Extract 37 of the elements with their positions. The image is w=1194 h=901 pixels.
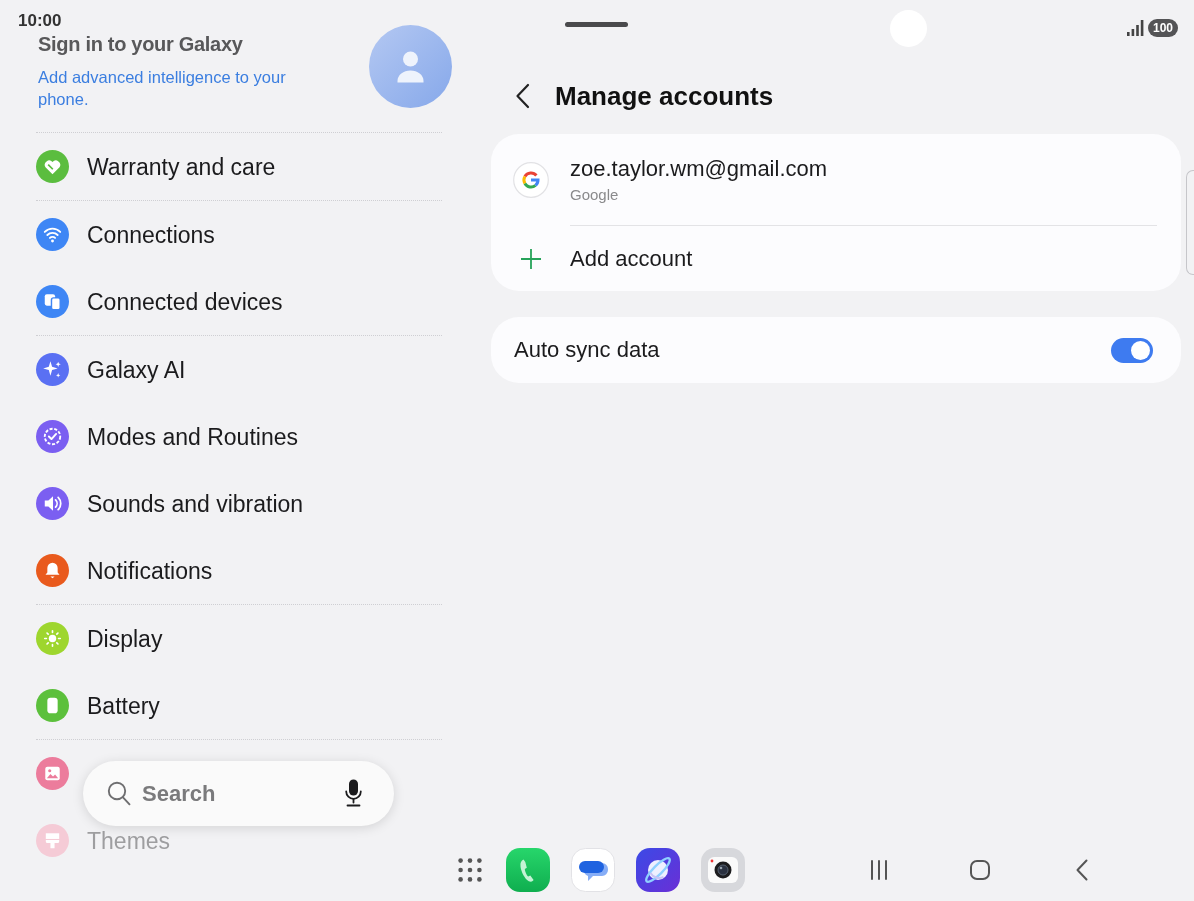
battery-level: 100	[1148, 19, 1179, 37]
settings-item[interactable]: Connected devices	[36, 285, 283, 318]
settings-item[interactable]: Display	[36, 622, 163, 655]
camera-app-icon[interactable]	[701, 848, 745, 892]
apps-grid-icon[interactable]	[458, 858, 482, 882]
back-icon[interactable]	[515, 83, 530, 109]
settings-item[interactable]: Sounds and vibration	[36, 487, 304, 520]
page-title: Manage accounts	[555, 80, 774, 112]
settings-item[interactable]: Battery	[36, 689, 160, 722]
signal-icon	[1127, 20, 1144, 36]
plus-icon	[521, 248, 541, 269]
google-logo-icon[interactable]	[513, 161, 549, 198]
planet-app-icon[interactable]	[636, 848, 680, 892]
settings-item[interactable]: Galaxy AI	[36, 353, 186, 386]
account-type: Google	[570, 184, 620, 204]
status-time: 10:00	[18, 12, 62, 30]
settings-item[interactable]: Connections	[36, 218, 215, 251]
account-email: zoe.taylor.wm@gmail.com	[570, 155, 828, 182]
chat-bubble-app-icon[interactable]	[571, 848, 615, 892]
settings-item[interactable]: Warranty and care	[36, 150, 276, 183]
search-field[interactable]: Search	[83, 761, 394, 826]
add-account-item[interactable]: Add account	[491, 226, 1181, 291]
sign-in-title[interactable]: Sign in to your Galaxy	[38, 31, 306, 57]
microphone-icon[interactable]	[345, 779, 362, 807]
auto-sync-toggle[interactable]	[1111, 337, 1153, 363]
image-icon[interactable]	[36, 757, 69, 790]
drag-handle[interactable]	[565, 22, 628, 27]
settings-item[interactable]: Modes and Routines	[36, 420, 298, 453]
phone-app-icon[interactable]	[506, 848, 550, 892]
search-icon	[107, 781, 131, 806]
side-panel-handle[interactable]	[1186, 170, 1194, 275]
settings-item[interactable]: Notifications	[36, 554, 213, 587]
home-icon[interactable]	[970, 860, 990, 880]
recent-apps-icon[interactable]	[869, 859, 889, 881]
auto-sync-label: Auto sync data	[514, 337, 660, 363]
sign-in-subtitle[interactable]: Add advanced intelligence to your phone.	[38, 66, 306, 110]
back-icon[interactable]	[1076, 859, 1088, 881]
